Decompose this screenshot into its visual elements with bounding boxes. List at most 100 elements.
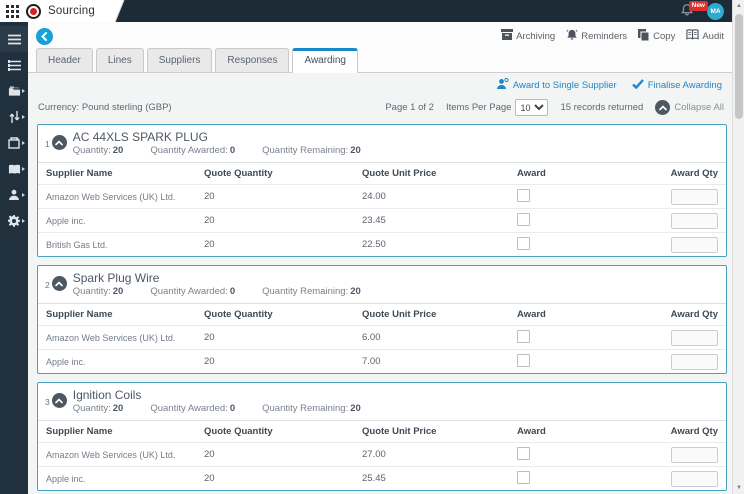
award-qty-input[interactable] bbox=[671, 188, 718, 205]
sort-arrows-icon[interactable] bbox=[0, 104, 28, 130]
contacts-book-icon[interactable] bbox=[0, 156, 28, 182]
quote-unit-price: 22.50 bbox=[362, 239, 386, 250]
award-checkbox[interactable] bbox=[517, 212, 530, 226]
supplier-name: British Gas Ltd. bbox=[46, 239, 108, 250]
award-checkbox[interactable] bbox=[517, 353, 530, 367]
col-award-qty: Award Qty bbox=[670, 309, 718, 320]
tab-suppliers[interactable]: Suppliers bbox=[146, 48, 213, 72]
currency-value: Pound sterling (GBP) bbox=[81, 102, 172, 113]
col-quote-quantity: Quote Quantity bbox=[204, 426, 273, 437]
award-qty-input[interactable] bbox=[671, 236, 718, 253]
collapse-toggle[interactable] bbox=[51, 393, 67, 408]
company-logo bbox=[26, 3, 41, 19]
award-qty-input[interactable] bbox=[671, 329, 718, 346]
tab-awarding[interactable]: Awarding bbox=[292, 48, 358, 73]
check-icon bbox=[631, 79, 644, 92]
award-qty-input[interactable] bbox=[671, 446, 718, 463]
items-per-page-label: Items Per Page bbox=[445, 102, 512, 113]
scrollbar-thumb[interactable] bbox=[734, 14, 743, 119]
line-number: 3 bbox=[45, 397, 50, 407]
tab-lines[interactable]: Lines bbox=[95, 48, 144, 72]
col-award: Award bbox=[517, 426, 546, 437]
col-quote-unit-price: Quote Unit Price bbox=[362, 426, 437, 437]
collapse-all-button[interactable]: Collapse All bbox=[655, 100, 724, 115]
supplier-name: Apple inc. bbox=[46, 473, 86, 484]
tab-bar: Header Lines Suppliers Responses Awardin… bbox=[28, 48, 732, 73]
left-nav-sidebar bbox=[0, 22, 28, 494]
col-award-qty: Award Qty bbox=[670, 426, 718, 437]
award-to-single-supplier-link[interactable]: Award to Single Supplier bbox=[496, 77, 617, 93]
scroll-up-arrow[interactable]: ▲ bbox=[733, 0, 744, 12]
reminders-button[interactable]: Reminders bbox=[566, 29, 627, 44]
quote-unit-price: 6.00 bbox=[362, 332, 381, 343]
award-checkbox[interactable] bbox=[517, 236, 530, 250]
table-row: Amazon Web Services (UK) Ltd. 20 6.00 bbox=[38, 325, 726, 349]
award-checkbox[interactable] bbox=[517, 329, 530, 343]
col-quote-quantity: Quote Quantity bbox=[204, 309, 273, 320]
supplier-name: Amazon Web Services (UK) Ltd. bbox=[46, 191, 176, 202]
tab-responses[interactable]: Responses bbox=[215, 48, 290, 72]
table-row: Apple inc. 20 23.45 bbox=[38, 208, 726, 232]
user-icon[interactable] bbox=[0, 182, 28, 208]
top-app-bar: Sourcing New MA bbox=[0, 0, 732, 22]
scroll-down-arrow[interactable]: ▼ bbox=[733, 482, 744, 494]
col-quote-quantity: Quote Quantity bbox=[204, 168, 273, 179]
app-grid-icon[interactable] bbox=[6, 4, 19, 18]
toolbar: Archiving Reminders Copy Audit bbox=[501, 28, 724, 44]
quote-quantity: 20 bbox=[204, 473, 215, 484]
archiving-button[interactable]: Archiving bbox=[501, 29, 555, 43]
award-checkbox[interactable] bbox=[517, 446, 530, 460]
copy-label: Copy bbox=[653, 30, 676, 42]
quote-quantity: 20 bbox=[204, 332, 215, 343]
list-icon[interactable] bbox=[0, 52, 28, 78]
col-quote-unit-price: Quote Unit Price bbox=[362, 168, 437, 179]
col-quote-unit-price: Quote Unit Price bbox=[362, 309, 437, 320]
awarded-stat: Quantity Awarded: 0 bbox=[150, 145, 236, 156]
line-title: AC 44XLS SPARK PLUG bbox=[72, 130, 208, 144]
bell-icon bbox=[566, 29, 578, 44]
currency-label: Currency: bbox=[38, 102, 80, 113]
tab-header[interactable]: Header bbox=[36, 48, 93, 72]
new-badge: New bbox=[688, 1, 708, 11]
menu-icon[interactable] bbox=[0, 26, 28, 52]
supplier-name: Amazon Web Services (UK) Ltd. bbox=[46, 332, 176, 343]
award-qty-input[interactable] bbox=[671, 212, 718, 229]
award-qty-input[interactable] bbox=[671, 470, 718, 487]
back-button[interactable] bbox=[36, 27, 53, 45]
vertical-scrollbar[interactable]: ▲ ▼ bbox=[732, 0, 744, 494]
copy-button[interactable]: Copy bbox=[638, 28, 676, 44]
quantity-stat: Quantity: 20 bbox=[72, 403, 124, 414]
copy-icon bbox=[638, 28, 650, 44]
audit-book-icon bbox=[686, 29, 699, 43]
award-qty-input[interactable] bbox=[671, 353, 718, 370]
reminders-label: Reminders bbox=[581, 30, 628, 42]
awarded-stat: Quantity Awarded: 0 bbox=[150, 286, 236, 297]
package-icon[interactable] bbox=[0, 130, 28, 156]
line-item-section-2: 2 Spark Plug Wire Quantity: 20 Quantity A… bbox=[37, 265, 727, 374]
audit-button[interactable]: Audit bbox=[686, 29, 724, 43]
notifications-bell-icon[interactable]: New bbox=[680, 1, 708, 19]
table-header-row: Supplier Name Quote Quantity Quote Unit … bbox=[38, 420, 726, 442]
table-row: Apple inc. 20 7.00 bbox=[38, 349, 726, 373]
items-per-page-select[interactable]: 10 bbox=[515, 99, 549, 116]
collapse-toggle[interactable] bbox=[51, 276, 67, 291]
folder-icon[interactable] bbox=[0, 78, 28, 104]
quote-unit-price: 25.45 bbox=[362, 473, 386, 484]
gear-icon[interactable] bbox=[0, 208, 28, 234]
col-award: Award bbox=[517, 168, 546, 179]
quote-unit-price: 27.00 bbox=[362, 449, 386, 460]
quote-quantity: 20 bbox=[204, 356, 215, 367]
app-title: Sourcing bbox=[48, 5, 95, 17]
page-indicator: Page 1 of 2 bbox=[385, 102, 434, 113]
collapse-toggle[interactable] bbox=[51, 135, 67, 150]
finalise-awarding-link[interactable]: Finalise Awarding bbox=[631, 79, 722, 92]
award-checkbox[interactable] bbox=[517, 470, 530, 484]
table-row: British Gas Ltd. 20 22.50 bbox=[38, 232, 726, 256]
remaining-stat: Quantity Remaining: 20 bbox=[262, 403, 361, 414]
archive-icon bbox=[501, 29, 514, 43]
quantity-stat: Quantity: 20 bbox=[72, 286, 124, 297]
award-checkbox[interactable] bbox=[517, 188, 530, 202]
user-avatar[interactable]: MA bbox=[707, 2, 724, 20]
line-number: 1 bbox=[45, 139, 50, 149]
audit-label: Audit bbox=[702, 30, 724, 42]
